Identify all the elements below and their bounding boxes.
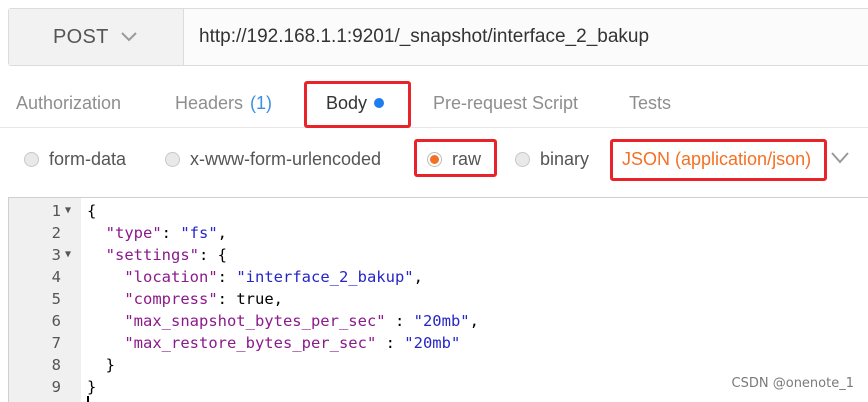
code-text: "max_restore_bytes_per_sec" : "20mb" <box>124 334 461 352</box>
format-chevron-down-icon[interactable] <box>830 151 850 167</box>
tab-authorization-label: Authorization <box>16 92 122 113</box>
radio-binary[interactable] <box>515 151 530 167</box>
tab-tests[interactable]: Tests <box>629 78 671 128</box>
line-number: 1 <box>51 202 61 220</box>
mode-raw[interactable]: raw <box>427 136 481 182</box>
code-line: 5 "compress": true, <box>9 288 868 310</box>
method-select[interactable]: POST <box>9 9 184 65</box>
mode-form-data-label: form-data <box>49 148 127 169</box>
line-number: 4 <box>51 268 61 286</box>
mode-binary-label: binary <box>540 148 590 169</box>
tab-body[interactable]: Body <box>326 78 385 128</box>
radio-raw[interactable] <box>427 151 442 167</box>
tab-headers[interactable]: Headers (1) <box>175 78 272 128</box>
mode-form-data[interactable]: form-data <box>24 136 126 182</box>
line-number: 8 <box>51 356 61 374</box>
code-text: } <box>87 378 97 396</box>
code-line: 6 "max_snapshot_bytes_per_sec" : "20mb", <box>9 310 868 332</box>
request-tabs: Authorization Headers (1) Body Pre-reque… <box>0 78 868 128</box>
line-number: 9 <box>51 378 61 396</box>
radio-urlencoded[interactable] <box>165 151 180 167</box>
method-label: POST <box>53 25 109 48</box>
body-format-select[interactable]: JSON (application/json) <box>622 136 811 182</box>
code-line: 8 } <box>9 354 868 376</box>
line-number: 2 <box>51 224 61 242</box>
tab-body-label: Body <box>326 92 368 113</box>
code-line: 1 ▼ { <box>9 200 868 222</box>
code-line: 3 ▼ "settings": { <box>9 244 868 266</box>
code-text: "type": "fs", <box>105 224 228 242</box>
code-text: } <box>87 356 115 374</box>
code-line: 4 "location": "interface_2_bakup", <box>9 266 868 288</box>
text-cursor <box>87 396 89 402</box>
code-text: "settings": { <box>105 246 227 264</box>
line-number: 5 <box>51 290 61 308</box>
tabs-divider <box>0 127 868 128</box>
code-line: 2 "type": "fs", <box>9 222 868 244</box>
body-format-label: JSON (application/json) <box>622 148 812 169</box>
code-text: "max_snapshot_bytes_per_sec" : "20mb", <box>124 312 479 330</box>
request-bar: POST http://192.168.1.1:9201/_snapshot/i… <box>8 8 868 66</box>
line-number: 6 <box>51 312 61 330</box>
tab-authorization[interactable]: Authorization <box>16 78 121 128</box>
mode-raw-label: raw <box>452 148 482 169</box>
chevron-down-icon <box>120 29 137 45</box>
line-number: 7 <box>51 334 61 352</box>
radio-form-data[interactable] <box>24 151 39 167</box>
tab-headers-label: Headers <box>175 92 244 113</box>
fold-arrow-icon[interactable]: ▼ <box>65 244 71 266</box>
code-text: "compress": true, <box>124 290 283 308</box>
unsaved-dot-icon <box>374 98 385 108</box>
mode-urlencoded[interactable]: x-www-form-urlencoded <box>165 136 381 182</box>
code-line: 7 "max_restore_bytes_per_sec" : "20mb" <box>9 332 868 354</box>
tab-pre-request-script[interactable]: Pre-request Script <box>433 78 578 128</box>
fold-arrow-icon[interactable]: ▼ <box>65 200 71 222</box>
url-input[interactable]: http://192.168.1.1:9201/_snapshot/interf… <box>184 9 868 65</box>
url-text: http://192.168.1.1:9201/_snapshot/interf… <box>199 26 650 47</box>
headers-count-badge: (1) <box>250 92 273 113</box>
tab-pre-request-label: Pre-request Script <box>433 92 579 113</box>
code-editor[interactable]: 1 ▼ { 2 "type": "fs", 3 ▼ "settings": { … <box>8 197 868 402</box>
mode-binary[interactable]: binary <box>515 136 589 182</box>
tab-tests-label: Tests <box>629 92 672 113</box>
mode-urlencoded-label: x-www-form-urlencoded <box>190 148 382 169</box>
code-text: { <box>87 202 97 220</box>
watermark: CSDN @onenote_1 <box>731 376 854 391</box>
line-number: 3 <box>51 246 61 264</box>
code-text: "location": "interface_2_bakup", <box>124 268 423 286</box>
